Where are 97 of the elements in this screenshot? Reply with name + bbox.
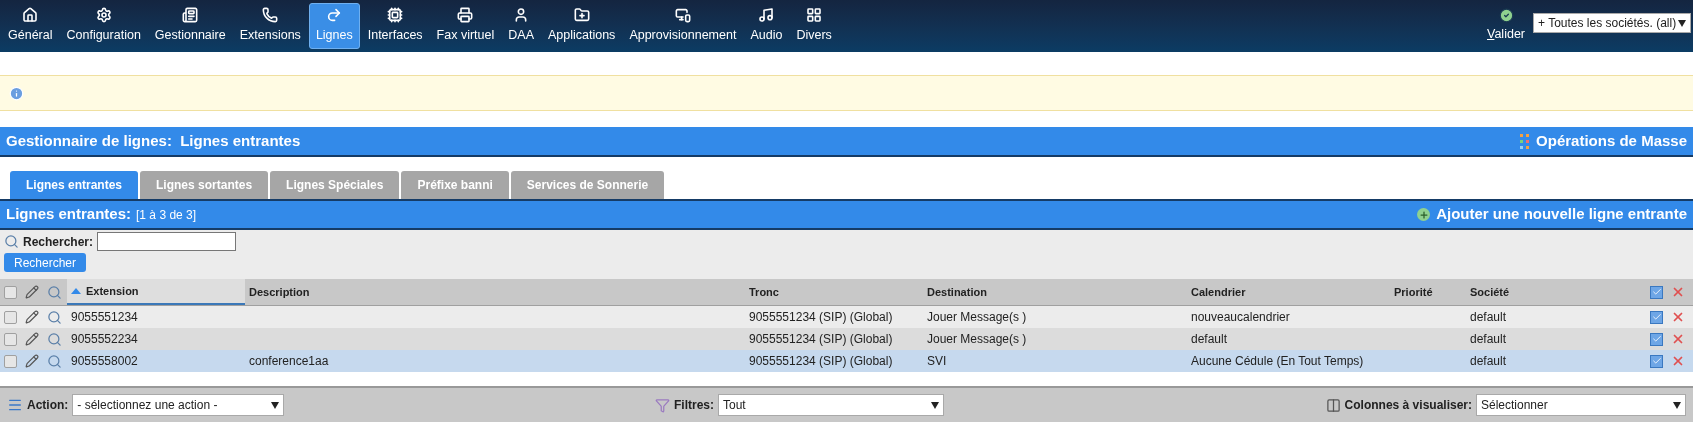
column-header[interactable]: Destination [923,279,1187,305]
delete-icon[interactable] [1671,310,1685,324]
folder-icon [573,7,590,24]
nav-tab[interactable]: Applications [541,3,622,49]
sort-up-icon [71,288,81,294]
columns-icon [1325,397,1341,413]
mass-operations-link[interactable]: Opérations de Masse [1520,129,1687,153]
list-icon [182,7,199,24]
action-select[interactable]: - sélectionnez une action - [72,394,285,416]
table-cell: conference1aa [249,354,329,368]
check-icon[interactable] [1650,310,1663,324]
devices-icon [674,7,691,24]
settings-icon [95,7,112,24]
curved-arrow-icon [326,7,343,24]
table-cell: default [1470,332,1507,346]
edit-icon[interactable] [25,354,39,368]
search-button[interactable]: Rechercher [4,253,87,272]
table-cell: 9055551234 (SIP) (Global) [749,332,893,346]
column-header[interactable]: Description [245,279,745,305]
house-icon [22,7,39,24]
record-count: [1 à 3 de 3] [136,207,197,225]
edit-icon [25,285,39,299]
search-icon[interactable] [47,353,62,369]
checkbox[interactable] [4,310,17,324]
filters-label: Filtres: [674,397,714,414]
edit-icon[interactable] [25,310,39,324]
validate-button[interactable]: Valider [1487,8,1525,44]
printer-icon [457,7,474,24]
search-label: Rechercher: [23,233,94,251]
grid-icon [806,7,823,24]
nav-tab[interactable]: Général [2,3,59,49]
checkbox[interactable] [4,354,17,368]
table-cell: Jouer Message(s ) [927,310,1027,324]
checkbox[interactable] [4,285,17,299]
table-cell: 9055552234 [71,332,138,346]
columns-label: Colonnes à visualiser: [1344,397,1472,414]
filter-icon [655,397,670,413]
chip-icon [387,7,404,24]
nav-tab[interactable]: Interfaces [361,3,429,49]
table-cell: default [1470,310,1507,324]
section-title: Lignes entrantes: [6,204,132,225]
info-icon [9,85,24,101]
add-line-link[interactable]: Ajouter une nouvelle ligne entrante [1417,203,1687,226]
nav-tab[interactable]: Gestionnaire [148,3,232,49]
list-icon [7,397,23,413]
table-row[interactable]: 9055551234 9055551234 (SIP) (Global) Jouer Message(s ) nouveaucalendrier default [0,306,1693,328]
checkbox[interactable] [4,332,17,346]
tab[interactable]: Lignes entrantes [10,171,139,199]
column-header[interactable]: Tronc [745,279,923,305]
table-row[interactable]: 9055558002 conference1aa 9055551234 (SIP) (Global) SVI Aucune Cédule (En Tout Temps) default [0,350,1693,372]
nav-tab[interactable]: Configuration [60,3,147,49]
phone-icon [262,7,279,24]
table-cell: default [1470,354,1507,368]
search-icon[interactable] [47,309,62,325]
nav-tab[interactable]: Audio [744,3,789,49]
dropdown-arrow-icon [1673,401,1681,409]
nav-tab[interactable]: DAA [502,3,540,49]
column-header[interactable]: Calendrier [1187,279,1390,305]
dropdown-arrow-icon [271,401,280,409]
music-icon [758,7,775,24]
nav-tab[interactable]: Approvisionnement [623,3,743,49]
column-header[interactable]: Société [1466,279,1640,305]
check-badge-icon [1498,8,1514,24]
nav-tab[interactable]: Fax virtuel [430,3,501,49]
filter-select[interactable]: Tout [718,394,944,416]
table-cell: 9055551234 (SIP) (Global) [749,310,893,324]
search-icon [47,284,62,300]
table-cell: default [1191,332,1228,346]
search-icon [4,234,19,249]
column-header[interactable]: Priorité [1390,279,1466,305]
search-icon[interactable] [47,331,62,347]
table-cell: Jouer Message(s ) [927,332,1027,346]
check-icon[interactable] [1650,354,1663,368]
nav-tab[interactable]: Divers [790,3,838,49]
table-cell: 9055558002 [71,354,138,368]
dropdown-arrow-icon [1678,19,1686,27]
check-all-icon[interactable] [1650,285,1663,299]
table-cell: nouveaucalendrier [1191,310,1290,324]
table-cell: SVI [927,354,947,368]
nav-tab[interactable]: Extensions [233,3,307,49]
dots-icon [1520,133,1531,149]
company-select[interactable]: + Toutes les sociétés. (all) [1533,13,1691,33]
edit-icon[interactable] [25,332,39,346]
table-cell: 9055551234 [71,310,138,324]
delete-icon[interactable] [1671,285,1685,299]
delete-icon[interactable] [1671,354,1685,368]
table-row[interactable]: 9055552234 9055551234 (SIP) (Global) Jouer Message(s ) default default [0,328,1693,350]
columns-select[interactable]: Sélectionner [1476,394,1686,416]
column-header[interactable]: Extension [67,279,245,305]
action-label: Action: [27,397,69,414]
table-cell: Aucune Cédule (En Tout Temps) [1191,354,1364,368]
check-icon[interactable] [1650,332,1663,346]
page-title: Gestionnaire de lignes: Lignes entrantes [6,130,301,151]
dropdown-arrow-icon [931,401,939,409]
search-field[interactable] [97,232,237,251]
delete-icon[interactable] [1671,332,1685,346]
table-cell: 9055551234 (SIP) (Global) [749,354,893,368]
